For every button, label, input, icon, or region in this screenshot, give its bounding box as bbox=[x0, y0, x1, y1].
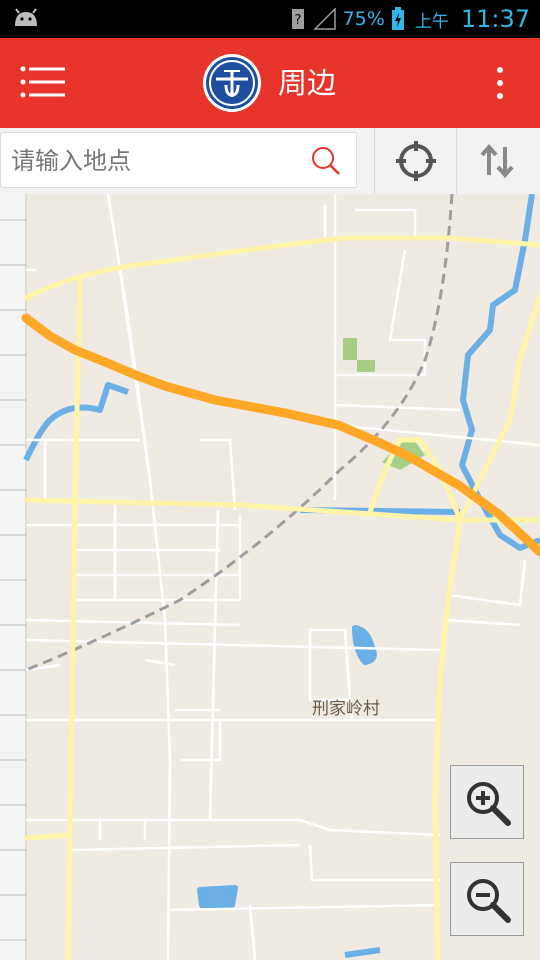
page-title: 周边 bbox=[278, 66, 337, 100]
battery-icon bbox=[391, 7, 404, 30]
search-toolbar bbox=[0, 128, 540, 195]
map-canvas[interactable] bbox=[0, 194, 540, 960]
app-bar: 周边 bbox=[0, 38, 540, 128]
map-park bbox=[343, 338, 357, 360]
zoom-out-icon bbox=[467, 879, 511, 923]
map-view[interactable]: 刑家岭村 bbox=[0, 194, 540, 960]
svg-text:?: ? bbox=[294, 13, 301, 28]
help-icon: ? bbox=[291, 9, 304, 29]
route-swap-icon bbox=[480, 143, 514, 179]
search-input[interactable] bbox=[9, 143, 303, 179]
map-place-label: 刑家岭村 bbox=[312, 699, 380, 719]
zoom-in-button[interactable] bbox=[450, 765, 524, 839]
zoom-out-button[interactable] bbox=[450, 862, 524, 936]
menu-icon[interactable] bbox=[20, 66, 66, 98]
search-box bbox=[0, 132, 357, 188]
android-icon bbox=[15, 8, 37, 26]
map-park bbox=[357, 360, 375, 372]
more-icon[interactable] bbox=[496, 66, 504, 100]
zoom-in-icon bbox=[467, 782, 511, 826]
map-scale-strip bbox=[0, 194, 26, 960]
logo-icon bbox=[203, 54, 261, 112]
battery-percent: 75% bbox=[342, 8, 385, 30]
clock-time: 11:37 bbox=[460, 5, 530, 33]
locate-icon bbox=[396, 141, 436, 181]
am-pm-label: 上午 bbox=[414, 11, 449, 32]
locate-button[interactable] bbox=[374, 128, 457, 194]
search-icon[interactable] bbox=[310, 145, 342, 177]
route-swap-button[interactable] bbox=[456, 128, 540, 194]
signal-icon bbox=[312, 8, 336, 30]
status-bar: ? 75% 上午 11:37 bbox=[0, 0, 540, 38]
